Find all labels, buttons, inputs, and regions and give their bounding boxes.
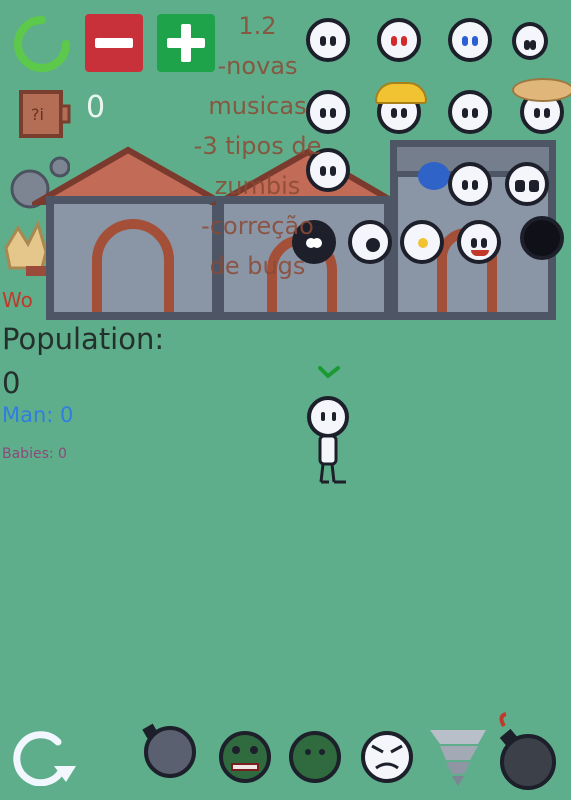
wood-icon: ?i [19,90,71,138]
man-count-label: Man: 0 [2,403,74,427]
minus-icon [95,38,133,48]
stick-figure[interactable] [302,362,356,490]
hardhat-icon [375,82,427,104]
character-face[interactable] [448,90,492,134]
character-face-smile[interactable] [457,220,501,264]
svg-text:?i: ?i [31,105,44,124]
minus-button[interactable] [85,14,143,72]
version-note-line: zumbis [214,172,301,200]
version-note-line: -novas [217,52,298,80]
babies-count-label: Babies: 0 [2,446,67,462]
version-note-line: 1.2 [238,12,277,40]
character-face-big-eyes[interactable] [505,162,549,206]
zombie-green-icon[interactable] [286,728,344,786]
loading-ring-icon[interactable] [10,12,74,76]
women-count-label: Wo [2,288,33,312]
character-face-shadow[interactable] [520,216,564,260]
bomb-fuse-icon[interactable] [488,712,560,792]
character-face-wounded[interactable] [448,162,492,206]
version-note-line: de bugs [209,252,306,280]
angry-face-icon[interactable] [358,728,416,786]
character-face-egg[interactable] [400,220,444,264]
character-face-blue-eyes[interactable] [448,18,492,62]
bomb-icon[interactable] [138,718,200,780]
coin-count: 0 [86,90,106,125]
character-face-small[interactable] [512,22,548,60]
character-face-red-eyes[interactable] [377,18,421,62]
version-notes: 1.2 -novas musicas -3 tipos de zumbis -c… [175,6,340,286]
character-face-one-eye[interactable] [348,220,392,264]
version-note-line: musicas [208,92,307,120]
version-note-line: -3 tipos de [193,132,322,160]
selection-arrow-icon [318,366,340,379]
version-note-line: -correção [201,212,314,240]
zombie-icon[interactable] [216,728,274,786]
straw-hat-icon [512,78,571,102]
refresh-icon[interactable] [10,726,80,786]
population-label: Population: 0 [2,322,165,400]
tornado-icon[interactable] [424,722,492,788]
